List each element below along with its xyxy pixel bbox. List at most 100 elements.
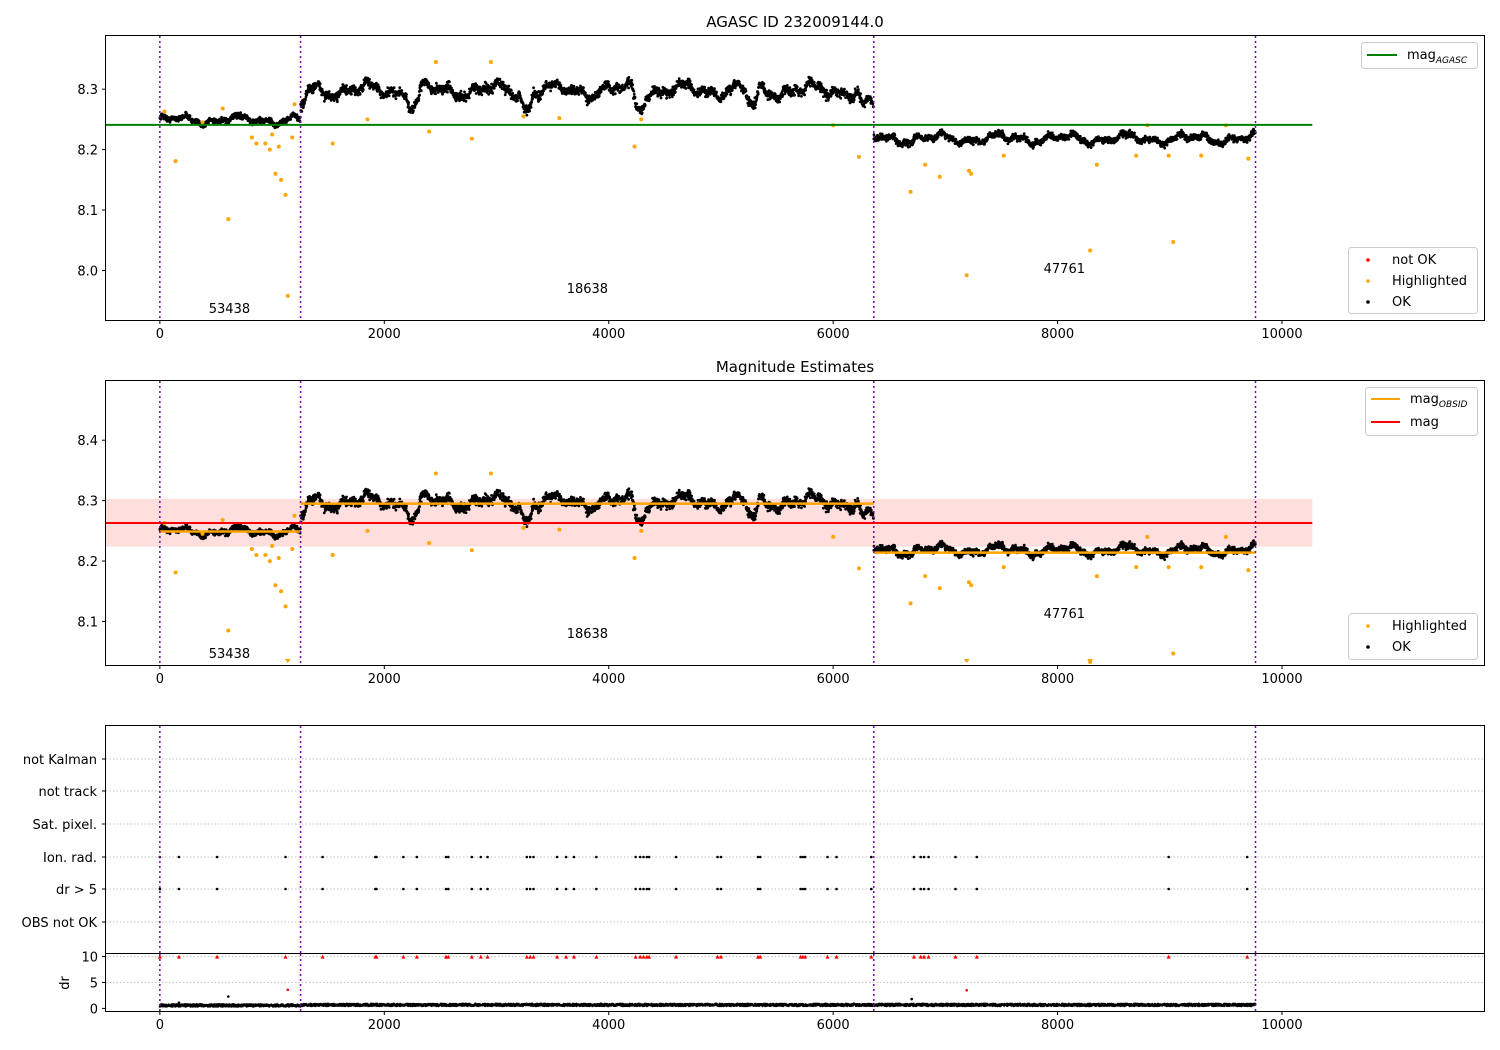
- legend-not-ok-label: not OK: [1392, 253, 1437, 268]
- ok-point: [795, 85, 799, 89]
- ok-point: [627, 86, 630, 90]
- ok-point: [345, 84, 348, 87]
- ok-point: [394, 97, 398, 100]
- ok-point: [188, 114, 192, 118]
- ok-point: [467, 96, 471, 100]
- ok-point: [544, 79, 548, 83]
- panel-agasc-magnitude: AGASC ID 232009144.0 534381863847761 0 20…: [77, 13, 1485, 342]
- ok-point: [1039, 143, 1043, 147]
- ok-point: [1026, 136, 1029, 139]
- ok-point: [418, 93, 421, 97]
- ok-point: [863, 105, 867, 109]
- ok-point: [398, 86, 402, 89]
- ok-point: [239, 111, 243, 115]
- legend-highlighted-label: Highlighted: [1392, 274, 1467, 289]
- ok-point: [800, 94, 803, 98]
- ok-point: [643, 103, 647, 107]
- highlighted-point: [469, 136, 474, 141]
- panel1-title: AGASC ID 232009144.0: [706, 13, 884, 31]
- ok-point: [713, 87, 716, 91]
- panel-magnitude-estimates: Magnitude Estimates 534381863847761 0 200…: [77, 358, 1485, 687]
- ok-point: [633, 95, 637, 99]
- legend-ok-marker: [1366, 300, 1370, 304]
- ok-point: [843, 87, 846, 91]
- ok-point: [703, 85, 706, 89]
- ok-point: [579, 84, 582, 88]
- x-tick-label: 8000: [1041, 327, 1074, 342]
- ok-point: [715, 90, 718, 94]
- highlighted-point: [1134, 153, 1139, 158]
- ok-point: [448, 80, 451, 84]
- ok-point: [677, 77, 681, 81]
- legend-not-ok-marker: [1366, 258, 1370, 262]
- ok-point: [159, 117, 163, 121]
- ok-point: [1018, 139, 1022, 143]
- ok-point: [491, 91, 494, 95]
- highlighted-point: [1166, 153, 1171, 158]
- x-tick-label: 10000: [1261, 327, 1302, 342]
- ok-point: [434, 81, 438, 85]
- highlighted-point: [1094, 162, 1099, 167]
- ok-point: [327, 90, 331, 93]
- ok-point: [303, 101, 306, 105]
- ok-point: [753, 106, 757, 110]
- ok-point: [635, 102, 639, 106]
- ok-point: [597, 94, 601, 98]
- ok-point: [336, 100, 339, 104]
- ok-point: [204, 536, 207, 540]
- ok-point: [350, 92, 353, 96]
- ok-point: [893, 134, 897, 137]
- ok-point: [729, 92, 733, 96]
- highlighted-point: [427, 129, 432, 134]
- ok-point: [528, 109, 531, 113]
- ok-point: [719, 100, 723, 104]
- ok-point: [673, 90, 677, 94]
- highlighted-point: [923, 162, 928, 167]
- highlighted-point: [290, 135, 295, 140]
- ok-point: [510, 89, 513, 92]
- ok-point: [684, 87, 688, 90]
- highlighted-point: [1171, 240, 1176, 245]
- highlighted-point: [173, 159, 178, 164]
- highlighted-point: [856, 154, 861, 159]
- ok-point: [852, 98, 856, 101]
- ok-point: [665, 96, 668, 100]
- ok-point: [803, 93, 806, 97]
- ok-point: [584, 91, 587, 95]
- ok-point: [804, 88, 807, 92]
- ok-point: [318, 82, 322, 86]
- ok-point: [971, 143, 975, 147]
- highlighted-point: [557, 116, 562, 121]
- ok-point: [412, 109, 415, 113]
- ok-point: [797, 94, 801, 98]
- ok-point: [587, 101, 591, 105]
- ok-point: [627, 76, 631, 79]
- legend-ok-label: OK: [1392, 295, 1411, 310]
- ok-point: [289, 118, 293, 121]
- highlighted-point: [285, 293, 290, 298]
- ok-point: [417, 97, 421, 100]
- highlighted-point: [639, 117, 644, 122]
- ok-point: [407, 101, 411, 104]
- ok-point: [529, 106, 533, 109]
- ok-point: [659, 96, 663, 100]
- ok-point: [455, 92, 459, 95]
- highlighted-point: [276, 144, 281, 149]
- ok-point: [924, 134, 927, 137]
- ok-point: [577, 93, 581, 96]
- ok-point: [1245, 141, 1249, 144]
- ok-point: [630, 78, 634, 82]
- ok-point: [530, 100, 533, 104]
- highlighted-point: [969, 171, 974, 176]
- ok-point: [549, 89, 552, 93]
- highlighted-point: [1246, 156, 1251, 161]
- highlighted-point: [226, 217, 231, 222]
- ok-point: [983, 142, 986, 146]
- ok-point: [1128, 128, 1132, 132]
- highlighted-point: [488, 59, 493, 64]
- ok-point: [690, 83, 693, 86]
- ok-point: [613, 92, 617, 96]
- legend-highlighted-marker: [1366, 279, 1370, 283]
- ok-point: [539, 97, 542, 101]
- highlighted-point: [263, 141, 268, 146]
